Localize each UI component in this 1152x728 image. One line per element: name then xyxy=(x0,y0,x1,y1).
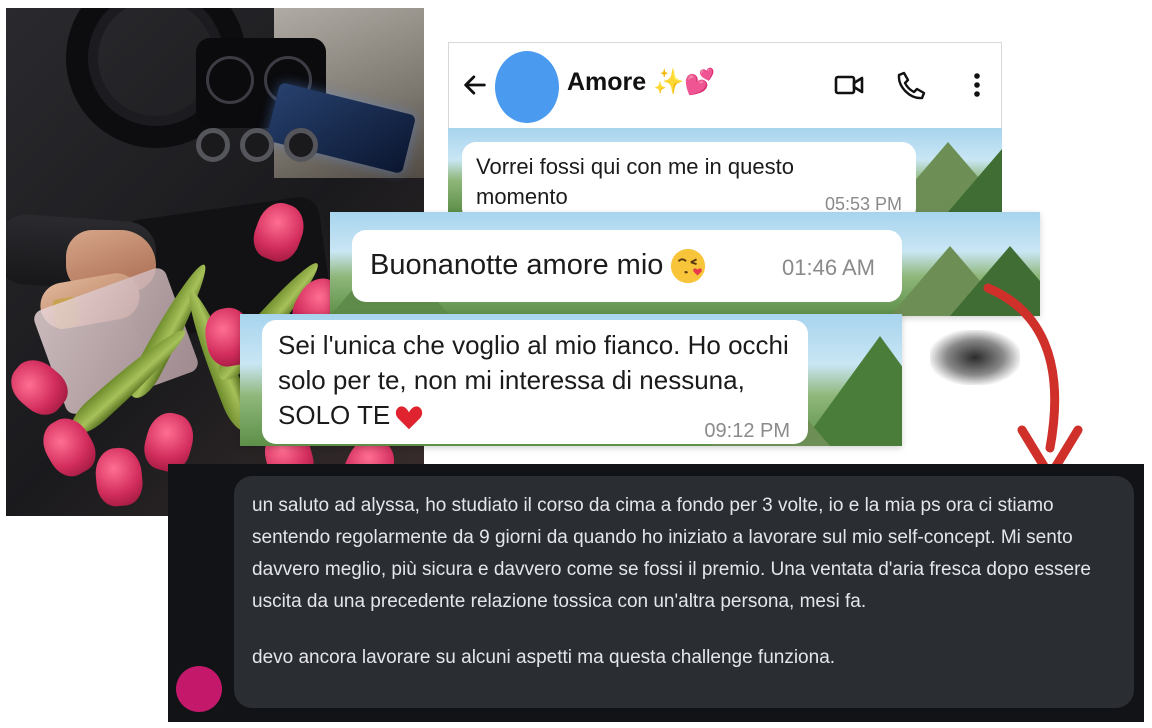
testimonial-paragraph-1: un saluto ad alyssa, ho studiato il cors… xyxy=(252,495,1091,612)
testimonial-card: un saluto ad alyssa, ho studiato il cors… xyxy=(168,464,1144,722)
air-vents xyxy=(196,128,356,178)
curved-arrow-icon xyxy=(983,283,1083,481)
more-vertical-icon[interactable] xyxy=(961,69,993,101)
message-text: Sei l'unica che voglio al mio fianco. Ho… xyxy=(278,330,789,430)
testimonial-paragraph-2: devo ancora lavorare su alcuni aspetti m… xyxy=(252,647,836,668)
video-call-icon[interactable] xyxy=(833,69,865,101)
phone-icon[interactable] xyxy=(895,69,927,101)
red-heart-icon xyxy=(396,406,423,430)
testimonial-bubble[interactable]: un saluto ad alyssa, ho studiato il cors… xyxy=(234,476,1134,708)
message-time: 01:46 AM xyxy=(782,255,875,280)
message-bubble[interactable]: Sei l'unica che voglio al mio fianco. Ho… xyxy=(262,320,808,444)
back-arrow-icon[interactable] xyxy=(461,71,489,99)
chat-strip-2: Buonanotte amore mio 01:46 AM xyxy=(330,212,1040,316)
sender-avatar[interactable] xyxy=(176,666,222,712)
contact-name[interactable]: Amore ✨💕 xyxy=(567,68,715,97)
chat-header: Amore ✨💕 xyxy=(448,42,1002,130)
message-time: 09:12 PM xyxy=(704,420,790,442)
message-text: Vorrei fossi qui con me in questo moment… xyxy=(476,154,794,209)
chat-strip-1: Vorrei fossi qui con me in questo moment… xyxy=(448,128,1002,212)
message-bubble[interactable]: Buonanotte amore mio 01:46 AM xyxy=(352,230,902,302)
message-text: Buonanotte amore mio xyxy=(370,249,664,281)
message-time: 05:53 PM xyxy=(824,194,902,212)
message-bubble[interactable]: Vorrei fossi qui con me in questo moment… xyxy=(462,142,916,212)
contact-avatar[interactable] xyxy=(495,51,559,123)
kissing-face-with-heart-icon xyxy=(671,249,706,284)
chat-strip-3: Sei l'unica che voglio al mio fianco. Ho… xyxy=(240,314,902,446)
